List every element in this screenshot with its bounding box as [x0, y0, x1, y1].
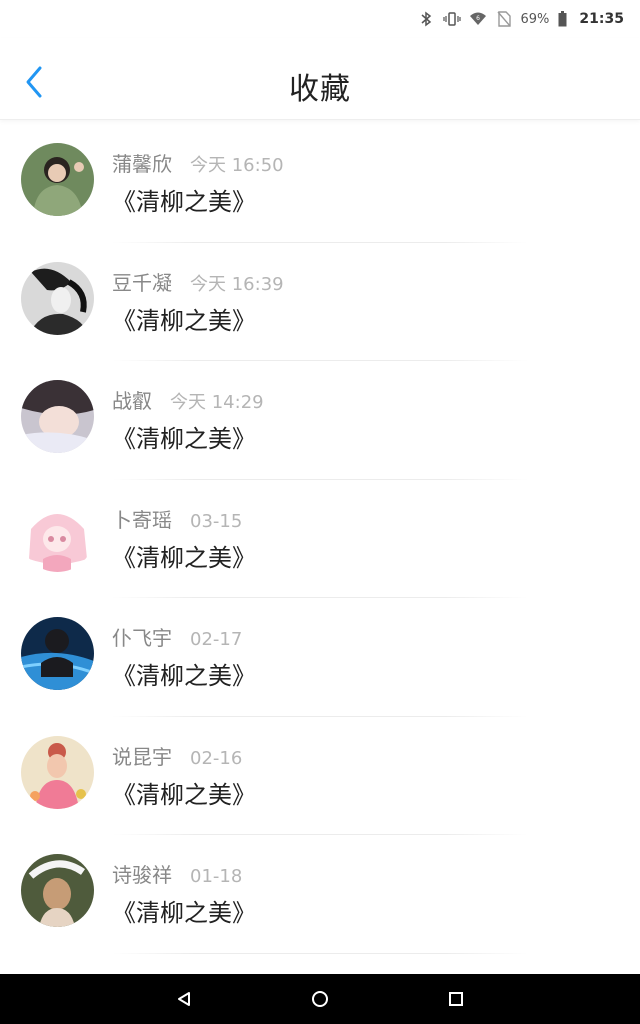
- circle-home-icon: [312, 991, 328, 1007]
- nav-recents-button[interactable]: [441, 984, 471, 1014]
- item-title: 《清柳之美》: [112, 188, 256, 216]
- no-sim-icon: [495, 10, 513, 28]
- svg-text:6: 6: [476, 15, 480, 22]
- list-item[interactable]: 蒲馨欣 今天 16:50 《清柳之美》: [0, 124, 640, 243]
- item-title: 《清柳之美》: [112, 662, 256, 690]
- list-item[interactable]: 豆千凝 今天 16:39 《清柳之美》: [0, 243, 640, 361]
- header: 收藏: [0, 38, 640, 120]
- battery-percent: 69%: [520, 11, 550, 27]
- timestamp: 02-17: [190, 629, 243, 650]
- square-recents-icon: [449, 992, 463, 1006]
- list-item[interactable]: 诗骏祥 01-18 《清柳之美》: [0, 835, 640, 954]
- nav-back-button[interactable]: [169, 984, 199, 1014]
- avatar[interactable]: [21, 735, 94, 809]
- list-item[interactable]: 卜寄瑶 03-15 《清柳之美》: [0, 480, 640, 598]
- navigation-bar: [0, 974, 640, 1024]
- page-title: 收藏: [289, 72, 351, 107]
- favorites-list: 蒲馨欣 今天 16:50 《清柳之美》 豆千凝 今天 16:39 《清柳之美》 …: [0, 124, 640, 954]
- nav-home-button[interactable]: [305, 984, 335, 1014]
- avatar[interactable]: [21, 854, 94, 927]
- battery-icon: [557, 10, 567, 28]
- avatar[interactable]: [21, 498, 94, 572]
- avatar[interactable]: [21, 380, 94, 453]
- divider: [112, 952, 528, 954]
- timestamp: 今天 16:50: [190, 155, 284, 176]
- avatar[interactable]: [21, 261, 94, 335]
- timestamp: 01-18: [190, 866, 243, 887]
- item-title: 《清柳之美》: [112, 425, 256, 453]
- item-title: 《清柳之美》: [112, 899, 256, 927]
- wifi-icon: 6: [469, 10, 487, 28]
- avatar[interactable]: [21, 143, 94, 216]
- user-name: 卜寄瑶: [112, 507, 172, 532]
- timestamp: 02-16: [190, 747, 243, 769]
- user-name: 说昆宇: [112, 744, 172, 769]
- triangle-back-icon: [178, 992, 190, 1006]
- item-title: 《清柳之美》: [112, 543, 256, 572]
- vibrate-icon: [442, 10, 461, 28]
- user-name: 豆千凝: [112, 270, 172, 295]
- item-title: 《清柳之美》: [112, 306, 256, 335]
- timestamp: 今天 16:39: [190, 273, 284, 295]
- screen: 6 69% 21:35 收藏 蒲馨欣 今天 16:50 《清柳之美》 豆千凝 今…: [0, 0, 640, 1024]
- status-bar: 6 69% 21:35: [0, 0, 640, 38]
- timestamp: 03-15: [190, 510, 243, 532]
- user-name: 仆飞宇: [112, 626, 172, 650]
- list-item[interactable]: 说昆宇 02-16 《清柳之美》: [0, 717, 640, 835]
- list-item[interactable]: 仆飞宇 02-17 《清柳之美》: [0, 598, 640, 717]
- list-item[interactable]: 战叡 今天 14:29 《清柳之美》: [0, 361, 640, 480]
- clock: 21:35: [579, 11, 624, 27]
- timestamp: 今天 14:29: [170, 392, 264, 413]
- item-title: 《清柳之美》: [112, 780, 256, 809]
- bluetooth-icon: [417, 10, 435, 28]
- user-name: 蒲馨欣: [112, 152, 172, 176]
- user-name: 诗骏祥: [112, 863, 172, 887]
- avatar[interactable]: [21, 617, 94, 690]
- user-name: 战叡: [112, 389, 152, 413]
